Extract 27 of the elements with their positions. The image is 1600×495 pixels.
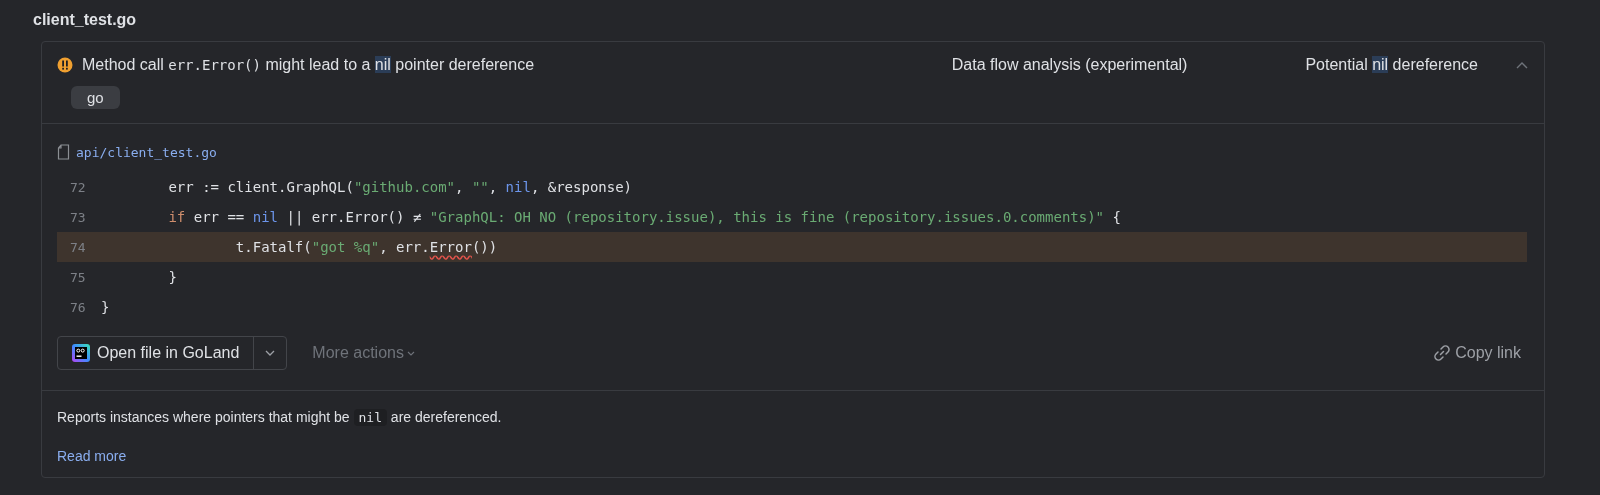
- line-number: 74: [69, 239, 87, 255]
- line-number: 75: [69, 269, 87, 285]
- chevron-down-icon: [265, 350, 276, 356]
- inspection-description: Reports instances where pointers that might be nil are dereferenced.: [57, 409, 503, 425]
- code-line: if err == nil || err.Error() ≠ "GraphQL: OH NO (repository.issue), this is fine (repository.issues.0.comments)" {: [167, 209, 1121, 225]
- file-title: client_test.go: [33, 11, 138, 30]
- code-line: t.Fatalf("got %q", err.Error()): [234, 239, 498, 255]
- inspection-category: Data flow analysis (experimental): [951, 56, 1188, 74]
- goland-logo-icon: [71, 343, 91, 363]
- language-tag: go: [71, 86, 120, 109]
- file-icon: [57, 144, 70, 160]
- problem-message: Method call err.Error() might lead to a nil pointer dereference: [82, 56, 536, 74]
- read-more-link[interactable]: Read more: [57, 448, 127, 464]
- line-number: 72: [69, 179, 87, 195]
- warning-icon: [57, 57, 73, 73]
- chevron-down-icon: [406, 350, 415, 356]
- inspection-name: Potential nil dereference: [1305, 56, 1478, 74]
- line-number: 76: [69, 299, 87, 315]
- line-number: 73: [69, 209, 87, 225]
- file-path-link[interactable]: api/client_test.go: [76, 144, 217, 160]
- collapse-toggle[interactable]: [1514, 59, 1530, 71]
- open-file-button[interactable]: Open file in GoLand: [58, 337, 255, 369]
- code-line: }: [167, 269, 177, 285]
- copy-link-button[interactable]: Copy link: [1427, 343, 1527, 363]
- link-icon: [1433, 344, 1452, 362]
- code-line: }: [101, 299, 110, 315]
- code-line: err := client.GraphQL("github.com", "", nil, &response): [167, 179, 633, 195]
